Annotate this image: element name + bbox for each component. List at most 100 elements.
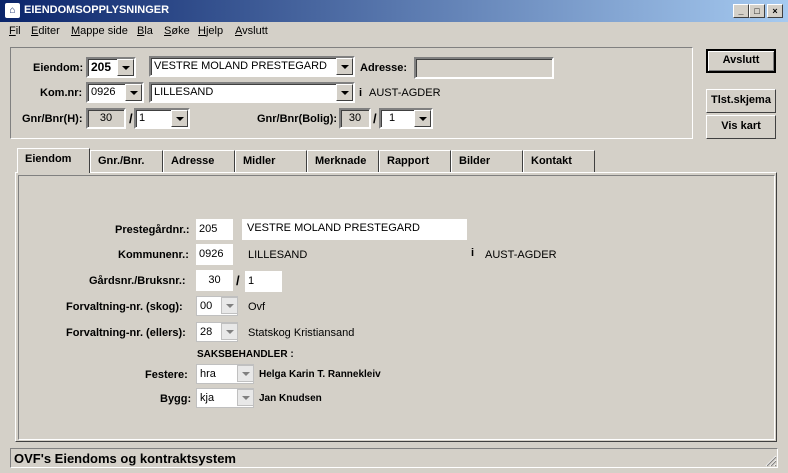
status-bar: OVF's Eiendoms og kontraktsystem <box>10 448 778 468</box>
prestegard-name-value: VESTRE MOLAND PRESTEGARD <box>247 222 420 234</box>
resize-grip-icon[interactable] <box>765 455 777 467</box>
tlst-skjema-button[interactable]: Tlst.skjema <box>706 89 776 113</box>
bygg-name: Jan Knudsen <box>259 393 322 404</box>
prestegard-name-field[interactable]: VESTRE MOLAND PRESTEGARD <box>242 219 467 240</box>
tab-midler-label: Midler <box>243 155 276 167</box>
kommunenr-value: 0926 <box>199 248 224 260</box>
menu-soke[interactable]: Søke <box>164 25 190 37</box>
prestegardnr-value: 205 <box>199 223 218 235</box>
bygg-dropdown-arrow[interactable] <box>237 389 254 406</box>
prestegardnr-label: Prestegårdnr.: <box>115 224 190 236</box>
maximize-button[interactable]: □ <box>749 4 765 18</box>
gardsnr-field[interactable]: 30 <box>196 270 233 291</box>
bnr-bolig-select[interactable]: 1 <box>379 108 433 129</box>
minimize-button[interactable]: _ <box>733 4 749 18</box>
tab-kontakt[interactable]: Kontakt <box>523 150 595 172</box>
gardsnr-value: 30 <box>208 274 221 286</box>
tab-rapport[interactable]: Rapport <box>379 150 451 172</box>
gnr-h-field[interactable]: 30 <box>86 108 126 129</box>
adresse-field[interactable] <box>414 57 554 79</box>
gnrbnr-bolig-label: Gnr/Bnr(Bolig): <box>257 113 338 125</box>
tab-eiendom-label: Eiendom <box>25 153 72 165</box>
bnr-h-select[interactable]: 1 <box>134 108 190 129</box>
menu-hjelp[interactable]: Hjelp <box>198 25 223 37</box>
prestegardnr-field[interactable]: 205 <box>196 219 233 240</box>
menu-avslutt[interactable]: Avslutt <box>235 25 268 37</box>
festere-dropdown-arrow[interactable] <box>237 365 254 382</box>
menu-fil[interactable]: Fil <box>9 25 21 37</box>
vis-kart-button-label: Vis kart <box>721 120 761 132</box>
eiendom-name-value: VESTRE MOLAND PRESTEGARD <box>154 60 327 72</box>
komnr-dropdown-arrow[interactable] <box>125 84 142 101</box>
tab-merknade-label: Merknade <box>315 155 367 167</box>
bygg-label: Bygg: <box>160 393 192 405</box>
eiendom-dropdown-arrow[interactable] <box>117 59 134 76</box>
forv-ellers-select[interactable]: 28 <box>196 322 238 342</box>
eiendom-label: Eiendom: <box>33 62 84 74</box>
info-icon: i <box>359 87 363 99</box>
gards-slash: / <box>236 273 240 288</box>
close-button[interactable]: × <box>767 4 783 18</box>
app-icon: ⌂ <box>5 3 20 18</box>
gards-bruksnr-label: Gårdsnr./Bruksnr.: <box>89 275 186 287</box>
forv-skog-name: Ovf <box>248 301 266 313</box>
avslutt-button[interactable]: Avslutt <box>706 49 776 73</box>
menu-mappe-side[interactable]: Mappe side <box>71 25 128 37</box>
kommune-dropdown-arrow[interactable] <box>336 84 353 101</box>
forv-ellers-name: Statskog Kristiansand <box>248 327 355 339</box>
bnr-h-dropdown-arrow[interactable] <box>171 110 188 127</box>
forv-skog-dropdown-arrow[interactable] <box>221 297 238 314</box>
kommune-name-text: LILLESAND <box>248 249 308 261</box>
title-bar: ⌂ EIENDOMSOPPLYSNINGER _ □ × <box>0 0 788 22</box>
tab-adresse[interactable]: Adresse <box>163 150 235 172</box>
bygg-select[interactable]: kja <box>196 388 254 408</box>
bruksnr-value: 1 <box>248 275 255 287</box>
menu-editer[interactable]: Editer <box>31 25 60 37</box>
tab-bilder[interactable]: Bilder <box>451 150 523 172</box>
form-fylke-text: AUST-AGDER <box>485 249 557 261</box>
kommune-select[interactable]: LILLESAND <box>149 82 355 103</box>
kommunenr-label: Kommunenr.: <box>118 249 189 261</box>
tab-eiendom[interactable]: Eiendom <box>17 148 90 173</box>
tab-kontakt-label: Kontakt <box>531 155 572 167</box>
eiendom-select[interactable]: 205 <box>86 57 136 78</box>
tab-bilder-label: Bilder <box>459 155 491 167</box>
tab-merknade[interactable]: Merknade <box>307 150 379 172</box>
tab-adresse-label: Adresse <box>171 155 215 167</box>
gnrbnr-h-slash: / <box>129 111 133 126</box>
tab-midler[interactable]: Midler <box>235 150 307 172</box>
bnr-bolig-dropdown-arrow[interactable] <box>414 110 431 127</box>
avslutt-button-label: Avslutt <box>722 54 760 66</box>
forv-ellers-dropdown-arrow[interactable] <box>221 323 238 340</box>
gnr-bolig-value: 30 <box>348 112 362 124</box>
vis-kart-button[interactable]: Vis kart <box>706 115 776 139</box>
forv-ellers-label: Forvaltning-nr. (ellers): <box>66 327 186 339</box>
tab-gnr-bnr[interactable]: Gnr./Bnr. <box>90 150 163 172</box>
saksbehandler-heading: SAKSBEHANDLER : <box>197 349 294 360</box>
kommune-value: LILLESAND <box>154 86 214 98</box>
kommunenr-field[interactable]: 0926 <box>196 244 233 265</box>
festere-select[interactable]: hra <box>196 364 254 384</box>
tab-rapport-label: Rapport <box>387 155 430 167</box>
festere-label: Festere: <box>145 369 188 381</box>
komnr-select[interactable]: 0926 <box>86 82 144 103</box>
bruksnr-field[interactable]: 1 <box>245 271 282 292</box>
komnr-label: Kom.nr: <box>40 87 83 99</box>
forv-skog-label: Forvaltning-nr. (skog): <box>66 301 183 313</box>
status-text: OVF's Eiendoms og kontraktsystem <box>14 451 236 466</box>
tab-gnr-bnr-label: Gnr./Bnr. <box>98 155 145 167</box>
eiendom-name-select[interactable]: VESTRE MOLAND PRESTEGARD <box>149 56 355 77</box>
gnrbnr-bolig-slash: / <box>373 111 377 126</box>
festere-name: Helga Karin T. Rannekleiv <box>259 369 381 380</box>
fylke-text: AUST-AGDER <box>369 87 441 99</box>
eiendom-name-dropdown-arrow[interactable] <box>336 58 353 75</box>
adresse-label: Adresse: <box>360 62 408 74</box>
window-title: EIENDOMSOPPLYSNINGER <box>24 4 170 16</box>
gnr-bolig-field[interactable]: 30 <box>339 108 371 129</box>
menu-bar: Fil Editer Mappe side Bla Søke Hjelp Avs… <box>0 22 788 42</box>
tlst-skjema-button-label: Tlst.skjema <box>711 94 771 106</box>
kommune-info-icon: i <box>471 247 475 259</box>
gnrbnr-h-label: Gnr/Bnr(H): <box>22 113 83 125</box>
forv-skog-select[interactable]: 00 <box>196 296 238 316</box>
menu-bla[interactable]: Bla <box>137 25 153 37</box>
